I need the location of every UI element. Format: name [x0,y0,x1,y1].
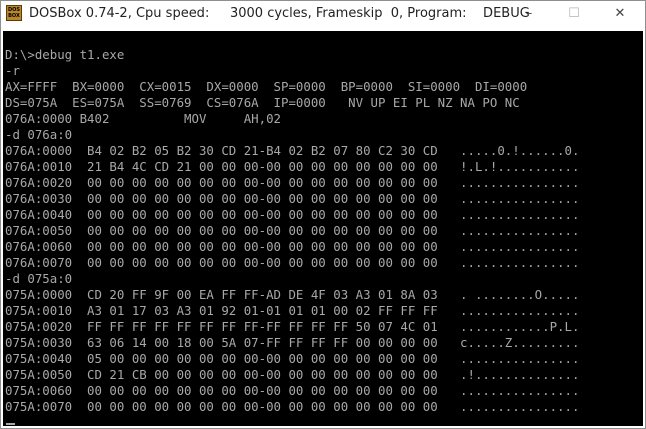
console-line: 075A:0050 CD 21 CB 00 00 00 00 00-00 00 … [5,367,580,382]
console-line: -d 076a:0 [5,127,73,142]
console-line: 075A:0070 00 00 00 00 00 00 00 00-00 00 … [5,399,580,414]
title-bar[interactable]: DOS BOX DOSBox 0.74-2, Cpu speed: 3000 c… [1,1,645,29]
dosbox-app-icon[interactable]: DOS BOX [6,5,22,21]
console-line: - [5,415,13,426]
console-line: 075A:0040 05 00 00 00 00 00 00 00-00 00 … [5,351,580,366]
console-line: 076A:0030 00 00 00 00 00 00 00 00-00 00 … [5,191,580,206]
console-line: DS=075A ES=075A SS=0769 CS=076A IP=0000 … [5,95,520,110]
close-button[interactable]: ✕ [597,1,643,29]
console-line: -d 075a:0 [5,271,73,286]
console-line: D:\>debug t1.exe [5,47,125,62]
console-line: 075A:0030 63 06 14 00 18 00 5A 07-FF FF … [5,335,580,350]
console-line: AX=FFFF BX=0000 CX=0015 DX=0000 SP=0000 … [5,79,528,94]
maximize-button[interactable]: ☐ [551,1,597,29]
console-line: 076A:0000 B4 02 B2 05 B2 30 CD 21-B4 02 … [5,143,580,158]
console-line: 076A:0050 00 00 00 00 00 00 00 00-00 00 … [5,223,580,238]
dos-console[interactable]: D:\>debug t1.exe -r AX=FFFF BX=0000 CX=001… [3,31,643,426]
console-line: 076A:0070 00 00 00 00 00 00 00 00-00 00 … [5,255,580,270]
console-line: 076A:0020 00 00 00 00 00 00 00 00-00 00 … [5,175,580,190]
dosbox-window: DOS BOX DOSBox 0.74-2, Cpu speed: 3000 c… [0,0,646,429]
console-line: 075A:0020 FF FF FF FF FF FF FF FF-FF FF … [5,319,580,334]
console-line: 075A:0000 CD 20 FF 9F 00 EA FF FF-AD DE … [5,287,580,302]
console-line: 076A:0010 21 B4 4C CD 21 00 00 00-00 00 … [5,159,580,174]
console-line: -r [5,63,20,78]
console-line: 075A:0010 A3 01 17 03 A3 01 92 01-01 01 … [5,303,580,318]
console-line: 076A:0040 00 00 00 00 00 00 00 00-00 00 … [5,207,580,222]
window-title: DOSBox 0.74-2, Cpu speed: 3000 cycles, F… [29,6,530,21]
minimize-button[interactable]: – [506,1,552,29]
console-line: 076A:0060 00 00 00 00 00 00 00 00-00 00 … [5,239,580,254]
console-line: 076A:0000 B402 MOV AH,02 [5,111,282,126]
console-line: 075A:0060 00 00 00 00 00 00 00 00-00 00 … [5,383,580,398]
